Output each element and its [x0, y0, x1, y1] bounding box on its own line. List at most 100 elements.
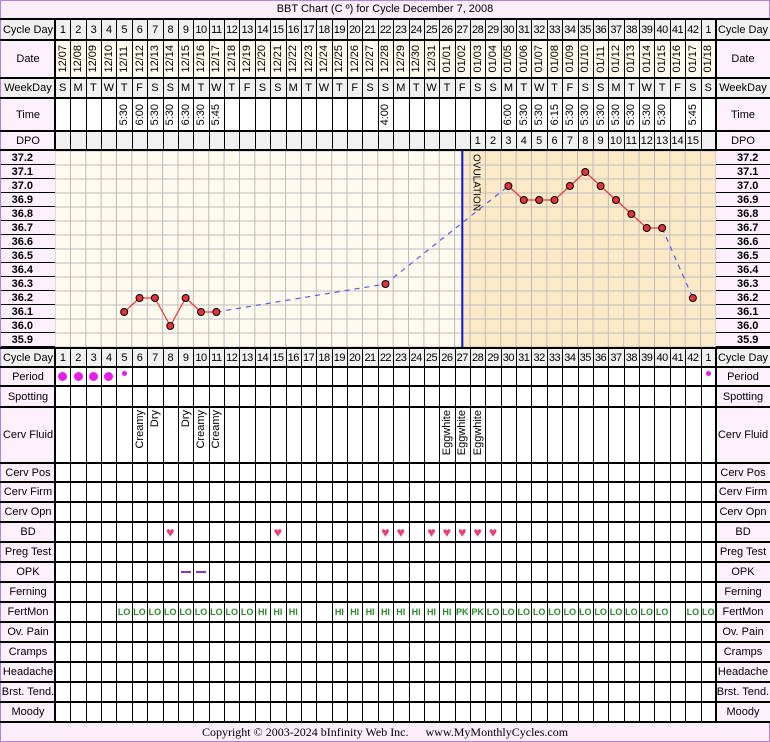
cerv-fluid-cell[interactable]	[224, 407, 240, 463]
headache-cell[interactable]	[362, 662, 378, 682]
cerv-firm-cell[interactable]	[177, 482, 194, 502]
cramps-cell[interactable]	[208, 642, 225, 662]
spotting-cell[interactable]	[177, 386, 194, 407]
ov-pain-cell[interactable]	[439, 622, 455, 642]
cramps-cell[interactable]	[131, 642, 148, 662]
opk-cell[interactable]	[362, 562, 378, 582]
headache-cell[interactable]	[469, 662, 486, 682]
ov-pain-cell[interactable]	[700, 622, 716, 642]
period-cell[interactable]	[224, 367, 240, 386]
spotting-cell[interactable]	[239, 386, 255, 407]
cerv-opn-cell[interactable]	[485, 502, 501, 522]
cerv-firm-cell[interactable]	[700, 482, 716, 502]
cerv-firm-cell[interactable]	[116, 482, 132, 502]
bd-cell[interactable]: ♥	[469, 522, 486, 542]
preg-test-cell[interactable]	[101, 542, 117, 562]
spotting-cell[interactable]	[362, 386, 378, 407]
fertmon-cell[interactable]	[55, 602, 71, 622]
ov-pain-cell[interactable]	[485, 622, 501, 642]
bd-cell[interactable]	[408, 522, 424, 542]
time-cell[interactable]: 6:00	[500, 98, 517, 131]
cramps-cell[interactable]	[300, 642, 317, 662]
brst-tend-cell[interactable]	[685, 682, 701, 702]
moody-cell[interactable]	[162, 702, 178, 722]
cerv-firm-cell[interactable]	[193, 482, 209, 502]
cerv-firm-cell[interactable]	[70, 482, 86, 502]
fertmon-cell[interactable]: HI	[439, 602, 455, 622]
fertmon-cell[interactable]: LO	[685, 602, 701, 622]
opk-cell[interactable]	[608, 562, 624, 582]
cerv-fluid-cell[interactable]: Dry	[177, 407, 194, 463]
time-cell[interactable]: 5:30	[623, 98, 640, 131]
cerv-firm-cell[interactable]	[101, 482, 117, 502]
cerv-fluid-cell[interactable]: Eggwhite	[439, 407, 455, 463]
ferning-cell[interactable]	[577, 582, 593, 602]
fertmon-cell[interactable]: LO	[608, 602, 624, 622]
preg-test-cell[interactable]	[592, 542, 609, 562]
cramps-cell[interactable]	[116, 642, 132, 662]
cerv-fluid-cell[interactable]: Dry	[147, 407, 163, 463]
headache-cell[interactable]	[285, 662, 301, 682]
spotting-cell[interactable]	[454, 386, 470, 407]
bd-cell[interactable]	[654, 522, 670, 542]
opk-cell[interactable]	[469, 562, 486, 582]
fertmon-cell[interactable]: LO	[208, 602, 225, 622]
cerv-fluid-cell[interactable]	[546, 407, 563, 463]
opk-cell[interactable]	[485, 562, 501, 582]
time-cell[interactable]	[101, 98, 117, 131]
preg-test-cell[interactable]	[623, 542, 640, 562]
preg-test-cell[interactable]	[331, 542, 348, 562]
ferning-cell[interactable]	[685, 582, 701, 602]
cerv-firm-cell[interactable]	[208, 482, 225, 502]
spotting-cell[interactable]	[623, 386, 640, 407]
fertmon-cell[interactable]: HI	[423, 602, 440, 622]
brst-tend-cell[interactable]	[347, 682, 363, 702]
opk-cell[interactable]	[331, 562, 348, 582]
ferning-cell[interactable]	[377, 582, 394, 602]
time-cell[interactable]	[316, 98, 332, 131]
fertmon-cell[interactable]: PK	[454, 602, 470, 622]
moody-cell[interactable]	[116, 702, 132, 722]
spotting-cell[interactable]	[70, 386, 86, 407]
cerv-opn-cell[interactable]	[608, 502, 624, 522]
cramps-cell[interactable]	[177, 642, 194, 662]
cerv-pos-cell[interactable]	[469, 463, 486, 482]
cerv-fluid-cell[interactable]	[685, 407, 701, 463]
preg-test-cell[interactable]	[177, 542, 194, 562]
opk-cell[interactable]	[700, 562, 716, 582]
cramps-cell[interactable]	[377, 642, 394, 662]
fertmon-cell[interactable]: LO	[131, 602, 148, 622]
cerv-fluid-cell[interactable]	[623, 407, 640, 463]
cerv-fluid-cell[interactable]	[85, 407, 102, 463]
brst-tend-cell[interactable]	[208, 682, 225, 702]
cerv-pos-cell[interactable]	[300, 463, 317, 482]
time-cell[interactable]: 5:45	[208, 98, 225, 131]
headache-cell[interactable]	[331, 662, 348, 682]
cramps-cell[interactable]	[700, 642, 716, 662]
spotting-cell[interactable]	[55, 386, 71, 407]
fertmon-cell[interactable]: HI	[347, 602, 363, 622]
period-cell[interactable]	[55, 367, 71, 386]
cerv-pos-cell[interactable]	[408, 463, 424, 482]
opk-cell[interactable]	[177, 562, 194, 582]
headache-cell[interactable]	[347, 662, 363, 682]
opk-cell[interactable]	[577, 562, 593, 582]
cerv-opn-cell[interactable]	[85, 502, 102, 522]
cerv-pos-cell[interactable]	[454, 463, 470, 482]
cerv-pos-cell[interactable]	[177, 463, 194, 482]
cramps-cell[interactable]	[393, 642, 409, 662]
ferning-cell[interactable]	[254, 582, 271, 602]
brst-tend-cell[interactable]	[439, 682, 455, 702]
ferning-cell[interactable]	[208, 582, 225, 602]
cerv-fluid-cell[interactable]	[254, 407, 271, 463]
period-cell[interactable]	[208, 367, 225, 386]
brst-tend-cell[interactable]	[147, 682, 163, 702]
opk-cell[interactable]	[669, 562, 686, 582]
ov-pain-cell[interactable]	[592, 622, 609, 642]
ov-pain-cell[interactable]	[55, 622, 71, 642]
fertmon-cell[interactable]: LO	[147, 602, 163, 622]
bd-cell[interactable]	[85, 522, 102, 542]
period-cell[interactable]	[685, 367, 701, 386]
opk-cell[interactable]	[439, 562, 455, 582]
moody-cell[interactable]	[177, 702, 194, 722]
